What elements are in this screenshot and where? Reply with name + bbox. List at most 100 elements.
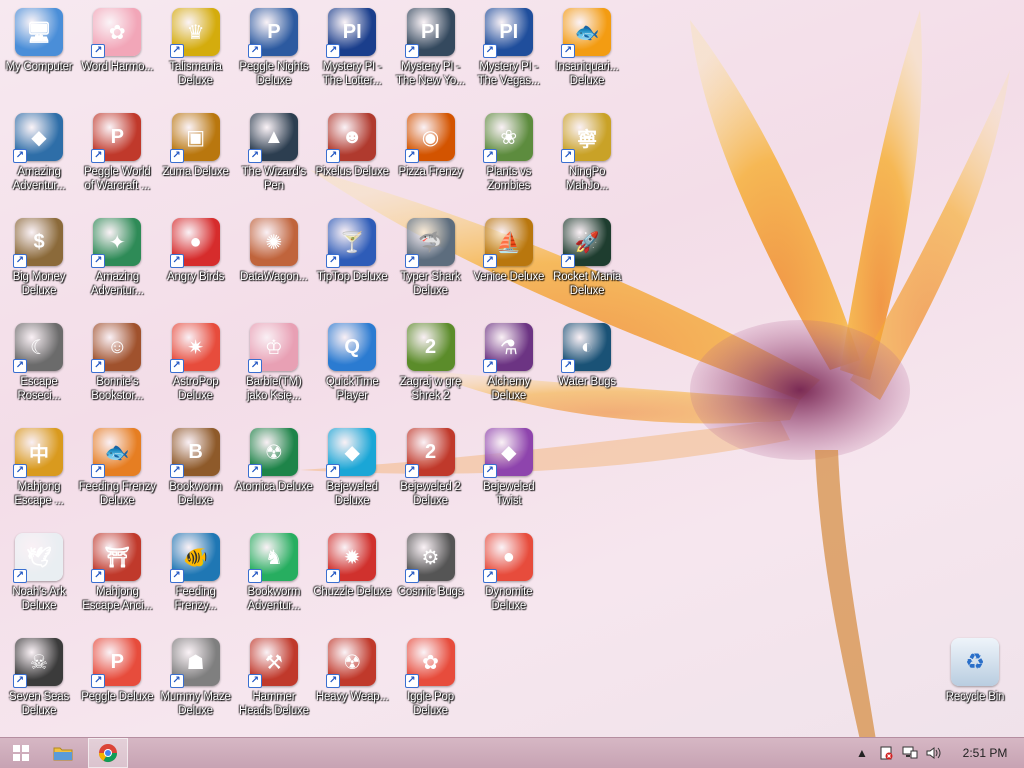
desktop-icon-label: Peggle Deluxe [81, 691, 154, 703]
desktop-icon[interactable]: 🍸 ↗ TipTop Deluxe [313, 210, 391, 310]
start-button[interactable] [0, 738, 42, 768]
desktop-icon[interactable]: 🚀 ↗ Rocket Mania Deluxe [548, 210, 626, 310]
shortcut-arrow-icon: ↗ [404, 149, 419, 163]
desktop-icon[interactable]: ● ↗ Dynomite Deluxe [470, 525, 548, 625]
desktop-icon[interactable]: ☢ ↗ Atomica Deluxe [235, 420, 313, 520]
app-icon: ❀ ↗ [482, 113, 533, 163]
app-icon: ⚒ ↗ [247, 638, 298, 688]
desktop-icon[interactable]: ✿ ↗ Word Harmo... [78, 0, 156, 100]
desktop-icon[interactable]: ⚒ ↗ Hammer Heads Deluxe [235, 630, 313, 730]
desktop-icon[interactable]: 🦈 ↗ Typer Shark Deluxe [392, 210, 470, 310]
desktop-icon-label: AstroPop Deluxe [172, 376, 219, 402]
desktop-icon[interactable]: P ↗ Peggle World of Warcraft ... [78, 105, 156, 205]
desktop-icon[interactable]: PI ↗ Mystery PI - The Lotter... [313, 0, 391, 100]
desktop-icon-label: TipTop Deluxe [316, 271, 388, 283]
desktop-icon[interactable]: ☾ ↗ Escape Roseci... [0, 315, 78, 415]
shortcut-arrow-icon: ↗ [247, 674, 262, 688]
desktop-icon-label: Noah's Ark Deluxe [12, 586, 66, 612]
desktop-icon[interactable]: ● ↗ Angry Birds [157, 210, 235, 310]
desktop-icon[interactable]: ▲ ↗ The Wizard's Pen [235, 105, 313, 205]
desktop-icon-label: Mummy Maze Deluxe [160, 691, 231, 717]
desktop-icon[interactable]: 🐠 ↗ Feeding Frenzy... [157, 525, 235, 625]
network-icon[interactable] [898, 738, 922, 768]
file-explorer-button[interactable] [42, 738, 84, 768]
desktop-icon-label: My Computer [5, 61, 73, 73]
app-icon: 🖥 [15, 8, 63, 56]
desktop-icon[interactable]: PI ↗ Mystery PI - The Vegas... [470, 0, 548, 100]
shortcut-arrow-icon: ↗ [13, 464, 27, 478]
desktop-icon-label: Bonnie's Bookstor... [91, 376, 144, 402]
desktop-icon[interactable]: ☻ ↗ Pixelus Deluxe [313, 105, 391, 205]
shortcut-arrow-icon: ↗ [482, 359, 497, 373]
desktop-icon[interactable]: P ↗ Peggle Deluxe [78, 630, 156, 730]
desktop-icon[interactable]: ◆ ↗ Amazing Adventur... [0, 105, 78, 205]
desktop-icon[interactable]: 🐟 ↗ Feeding Frenzy Deluxe [78, 420, 156, 520]
desktop-icon[interactable]: ◆ ↗ Bejeweled Deluxe [313, 420, 391, 520]
desktop-icon-label: Talismania Deluxe [169, 61, 222, 87]
desktop-icon[interactable]: $ ↗ Big Money Deluxe [0, 210, 78, 310]
desktop-icon[interactable]: 中 ↗ Mahjong Escape ... [0, 420, 78, 520]
desktop-icon-label: Rocket Mania Deluxe [553, 271, 622, 297]
app-icon: ◆ ↗ [13, 113, 63, 163]
desktop-icon-label: Amazing Adventur... [90, 271, 144, 297]
desktop-icon[interactable]: B ↗ Bookworm Deluxe [157, 420, 235, 520]
desktop-icon[interactable]: 🐟 ↗ Insaniquari... Deluxe [548, 0, 626, 100]
desktop-icon[interactable]: ✦ ↗ Amazing Adventur... [78, 210, 156, 310]
desktop-icon[interactable]: ✺ DataWagon... [235, 210, 313, 310]
app-icon: 寧 ↗ [561, 113, 612, 163]
desktop-icon[interactable]: ♞ ↗ Bookworm Adventur... [235, 525, 313, 625]
desktop-icon[interactable]: ✷ ↗ AstroPop Deluxe [157, 315, 235, 415]
desktop-icon[interactable]: ❀ ↗ Plants vs Zombies [470, 105, 548, 205]
desktop-icon-label: NingPo MahJo... [565, 166, 609, 192]
volume-icon[interactable] [922, 738, 946, 768]
app-icon: ✦ ↗ [91, 218, 142, 268]
desktop-icon[interactable]: 2 Zagraj w grę Shrek 2 [392, 315, 470, 415]
desktop-icon[interactable]: ✿ ↗ Iggle Pop Deluxe [392, 630, 470, 730]
desktop-icon[interactable]: 2 ↗ Bejeweled 2 Deluxe [392, 420, 470, 520]
shortcut-arrow-icon: ↗ [13, 674, 27, 688]
desktop-icon[interactable]: ◐ ↗ Water Bugs [548, 315, 626, 415]
shortcut-arrow-icon: ↗ [326, 569, 341, 583]
desktop-icon[interactable]: ◉ ↗ Pizza Frenzy [392, 105, 470, 205]
desktop-icon[interactable]: ▣ ↗ Zuma Deluxe [157, 105, 235, 205]
desktop-icon[interactable]: ♛ ↗ Talismania Deluxe [157, 0, 235, 100]
desktop-icon[interactable]: 🕊 ↗ Noah's Ark Deluxe [0, 525, 78, 625]
desktop-icon[interactable]: Q QuickTime Player [313, 315, 391, 415]
chrome-button[interactable] [88, 738, 128, 768]
desktop-icon-label: Bejeweled Deluxe [326, 481, 378, 507]
desktop-icon[interactable]: ♔ ↗ Barbie(TM) jako Księ... [235, 315, 313, 415]
desktop-icon[interactable]: ☗ ↗ Mummy Maze Deluxe [157, 630, 235, 730]
desktop-icon[interactable]: ☠ ↗ Seven Seas Deluxe [0, 630, 78, 730]
shortcut-arrow-icon: ↗ [482, 569, 497, 583]
desktop-icon-label: Mystery PI - The New Yo... [396, 61, 465, 87]
show-hidden-icons-icon[interactable]: ▲ [850, 738, 874, 768]
desktop-icon-label: Hammer Heads Deluxe [238, 691, 309, 717]
desktop-icon-label: DataWagon... [240, 271, 308, 283]
action-center-icon[interactable] [874, 738, 898, 768]
desktop-icon[interactable]: ✹ ↗ Chuzzle Deluxe [313, 525, 391, 625]
desktop-icon[interactable]: ☺ ↗ Bonnie's Bookstor... [78, 315, 156, 415]
desktop-icon[interactable]: ◆ ↗ Bejeweled Twist [470, 420, 548, 520]
shortcut-arrow-icon: ↗ [561, 44, 576, 58]
desktop-icon[interactable]: P ↗ Peggle Nights Deluxe [235, 0, 313, 100]
shortcut-arrow-icon: ↗ [326, 674, 341, 688]
desktop-icon[interactable]: ⚗ ↗ Alchemy Deluxe [470, 315, 548, 415]
desktop-icon[interactable]: PI ↗ Mystery PI - The New Yo... [392, 0, 470, 100]
shortcut-arrow-icon: ↗ [91, 569, 106, 583]
desktop-icon[interactable]: 🖥 My Computer [0, 0, 78, 100]
app-icon: 🕊 ↗ [13, 533, 63, 583]
desktop-icon[interactable]: 寧 ↗ NingPo MahJo... [548, 105, 626, 205]
desktop-icon-label: Feeding Frenzy... [174, 586, 217, 612]
shortcut-arrow-icon: ↗ [482, 149, 497, 163]
shortcut-arrow-icon: ↗ [326, 464, 341, 478]
desktop-icon[interactable]: ⚙ ↗ Cosmic Bugs [392, 525, 470, 625]
desktop-icon[interactable]: ⛩ ↗ Mahjong Escape Anci... [78, 525, 156, 625]
app-icon: B ↗ [169, 428, 220, 478]
taskbar-clock[interactable]: 2:51 PM [946, 746, 1024, 760]
shortcut-arrow-icon: ↗ [13, 569, 27, 583]
app-icon: ☠ ↗ [13, 638, 63, 688]
desktop-icon[interactable]: ⛵ ↗ Venice Deluxe [470, 210, 548, 310]
desktop-icon[interactable]: ☢ ↗ Heavy Weap... [313, 630, 391, 730]
shortcut-arrow-icon: ↗ [482, 44, 497, 58]
shortcut-arrow-icon: ↗ [404, 44, 419, 58]
